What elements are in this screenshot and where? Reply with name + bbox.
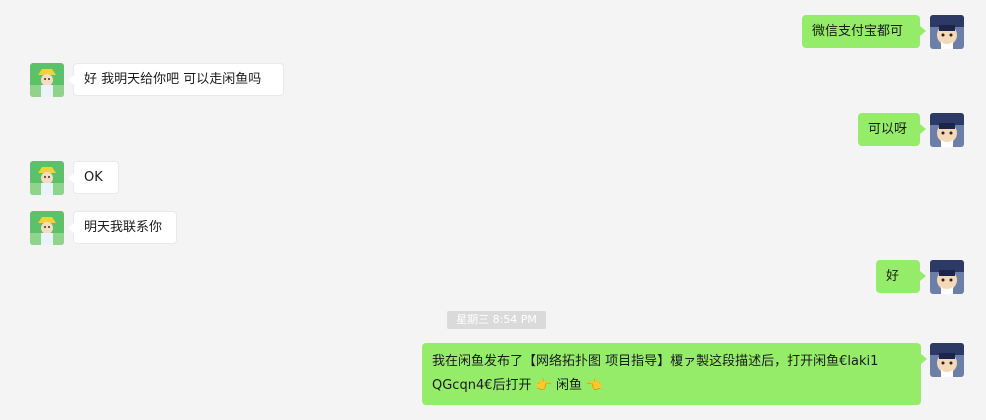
message-line: QGcqn4€后打开 👉 闲鱼 👈 <box>432 378 603 393</box>
contact-avatar-icon[interactable] <box>30 211 64 245</box>
message-bubble-outgoing[interactable]: 我在闲鱼发布了【网络拓扑图 项目指导】榎ァ製这段描述后，打开闲鱼€laki1 Q… <box>422 343 927 405</box>
message-bubble-outgoing[interactable]: 可以呀 <box>858 113 926 146</box>
self-avatar-icon[interactable] <box>930 343 964 377</box>
timestamp: 星期三 8:54 PM <box>447 311 546 329</box>
message-bubble-incoming[interactable]: 明天我联系你 <box>68 211 177 244</box>
message-bubble-incoming[interactable]: 好 我明天给你吧 可以走闲鱼吗 <box>68 63 284 96</box>
message-line: 我在闲鱼发布了【网络拓扑图 项目指导】榎ァ製这段描述后，打开闲鱼€laki1 <box>432 354 879 369</box>
contact-avatar-icon[interactable] <box>30 161 64 195</box>
message-bubble-incoming[interactable]: OK <box>68 161 119 194</box>
self-avatar-icon[interactable] <box>930 15 964 49</box>
chat-window: 微信支付宝都可 好 我明天给你吧 可以走闲鱼吗 可以呀 OK 明天我联系你 好 … <box>0 0 986 420</box>
message-bubble-outgoing[interactable]: 微信支付宝都可 <box>802 15 926 48</box>
self-avatar-icon[interactable] <box>930 260 964 294</box>
self-avatar-icon[interactable] <box>930 113 964 147</box>
contact-avatar-icon[interactable] <box>30 63 64 97</box>
message-bubble-outgoing[interactable]: 好 <box>876 260 926 293</box>
